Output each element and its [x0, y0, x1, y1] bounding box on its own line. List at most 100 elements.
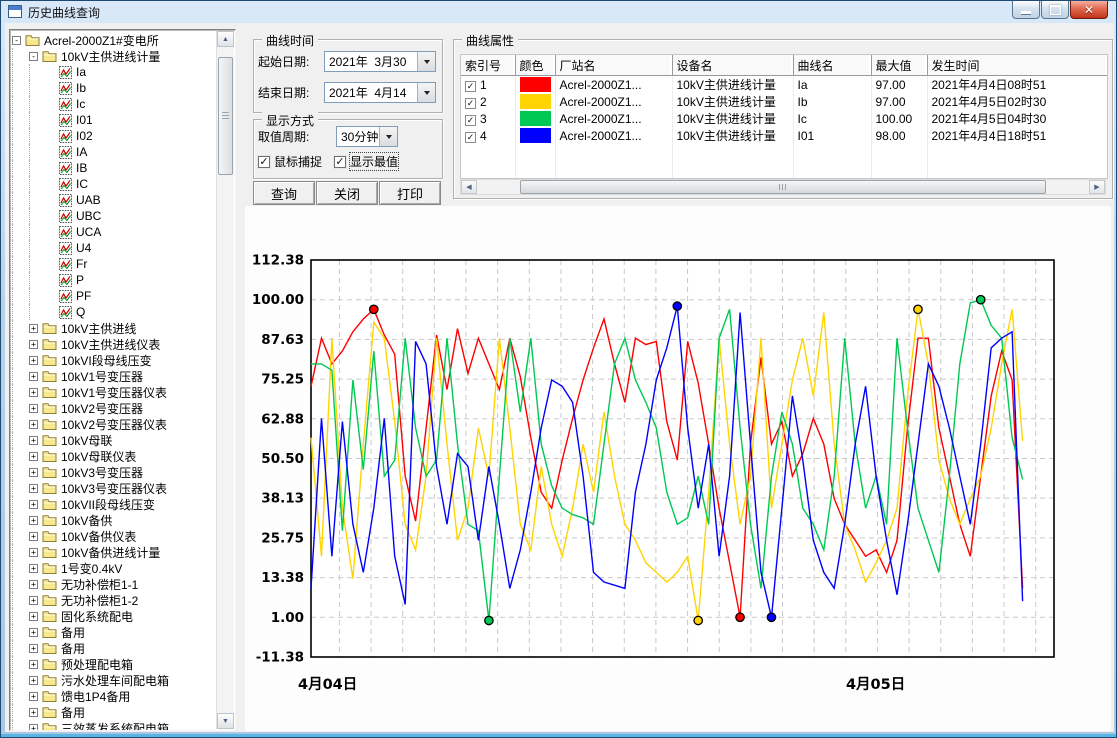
- scroll-thumb[interactable]: [218, 57, 233, 175]
- row-checkbox[interactable]: ✓: [465, 81, 476, 92]
- expander-icon[interactable]: +: [29, 644, 38, 653]
- tree-item-folder[interactable]: +污水处理车间配电箱: [12, 672, 217, 688]
- expander-icon[interactable]: +: [29, 580, 38, 589]
- show-extremes-checkbox[interactable]: ✓: [334, 156, 346, 168]
- tree-item-folder[interactable]: +10kV母联: [12, 432, 217, 448]
- column-header[interactable]: 发生时间: [927, 55, 1107, 76]
- title-bar[interactable]: 历史曲线查询 ✕: [1, 1, 1116, 23]
- tree-item-folder[interactable]: +10kV备供仪表: [12, 528, 217, 544]
- expander-icon[interactable]: +: [29, 516, 38, 525]
- expander-icon[interactable]: +: [29, 420, 38, 429]
- expander-icon[interactable]: +: [29, 628, 38, 637]
- expander-icon[interactable]: +: [29, 692, 38, 701]
- close-query-button[interactable]: 关闭: [316, 181, 378, 205]
- tree-item-folder[interactable]: +10kVII段母线压变: [12, 496, 217, 512]
- scroll-up-button[interactable]: ▲: [217, 31, 234, 47]
- expander-icon[interactable]: +: [29, 708, 38, 717]
- table-row[interactable]: ✓2Acrel-2000Z1...10kV主供进线计量Ib97.002021年4…: [461, 93, 1107, 110]
- tree-item-folder[interactable]: +固化系统配电: [12, 608, 217, 624]
- tree-item-folder[interactable]: +10kV主供进线: [12, 320, 217, 336]
- expander-icon[interactable]: +: [29, 548, 38, 557]
- tree-item-curve[interactable]: Ib: [12, 80, 217, 96]
- expander-icon[interactable]: +: [29, 564, 38, 573]
- expander-icon[interactable]: +: [29, 532, 38, 541]
- close-button[interactable]: ✕: [1070, 1, 1108, 19]
- tree-item-folder[interactable]: +备用: [12, 624, 217, 640]
- end-date-combobox[interactable]: 2021年 4月14: [324, 82, 436, 103]
- scroll-thumb[interactable]: [520, 180, 1046, 194]
- tree-item-curve[interactable]: UCA: [12, 224, 217, 240]
- tree-item-curve[interactable]: I01: [12, 112, 217, 128]
- query-button[interactable]: 查询: [253, 181, 315, 205]
- expander-icon[interactable]: +: [29, 388, 38, 397]
- tree-item-folder[interactable]: +10kV2号变压器: [12, 400, 217, 416]
- column-header[interactable]: 索引号: [461, 55, 515, 76]
- maximize-button[interactable]: [1041, 1, 1069, 19]
- scroll-down-button[interactable]: ▼: [217, 713, 234, 729]
- start-date-combobox[interactable]: 2021年 3月30: [324, 51, 436, 72]
- tree-item-curve[interactable]: Q: [12, 304, 217, 320]
- tree-item-curve[interactable]: P: [12, 272, 217, 288]
- tree-item-folder[interactable]: +10kV2号变压器仪表: [12, 416, 217, 432]
- tree-item-folder[interactable]: +无功补偿柜1-1: [12, 576, 217, 592]
- expander-icon[interactable]: +: [29, 724, 38, 731]
- start-date-dropdown-button[interactable]: [417, 52, 435, 71]
- expander-icon[interactable]: +: [29, 340, 38, 349]
- tree-vertical-scrollbar[interactable]: ▲ ▼: [216, 31, 234, 729]
- tree-item-folder[interactable]: +10kV备供进线计量: [12, 544, 217, 560]
- expander-icon[interactable]: +: [29, 372, 38, 381]
- table-row[interactable]: ✓1Acrel-2000Z1...10kV主供进线计量Ia97.002021年4…: [461, 76, 1107, 94]
- history-curve-chart[interactable]: 112.38100.0087.6375.2562.8850.5038.1325.…: [245, 206, 1111, 731]
- tree-item-folder[interactable]: +10kVI段母线压变: [12, 352, 217, 368]
- mouse-capture-checkbox[interactable]: ✓: [258, 156, 270, 168]
- scroll-left-button[interactable]: ◀: [461, 180, 477, 194]
- tree-item-folder[interactable]: +10kV3号变压器仪表: [12, 480, 217, 496]
- row-checkbox[interactable]: ✓: [465, 98, 476, 109]
- tree-item-curve[interactable]: Ia: [12, 64, 217, 80]
- period-dropdown-button[interactable]: [379, 127, 397, 146]
- tree-item-curve[interactable]: Fr: [12, 256, 217, 272]
- tree-item-curve[interactable]: IC: [12, 176, 217, 192]
- tree-item-curve[interactable]: UAB: [12, 192, 217, 208]
- tree-item-curve[interactable]: IB: [12, 160, 217, 176]
- tree-item-curve[interactable]: PF: [12, 288, 217, 304]
- table-row[interactable]: ✓3Acrel-2000Z1...10kV主供进线计量Ic100.002021年…: [461, 110, 1107, 127]
- tree-item-folder[interactable]: +馈电1P4备用: [12, 688, 217, 704]
- table-row[interactable]: ✓4Acrel-2000Z1...10kV主供进线计量I0198.002021年…: [461, 127, 1107, 144]
- expander-icon[interactable]: +: [29, 468, 38, 477]
- tree-item-folder[interactable]: +预处理配电箱: [12, 656, 217, 672]
- expander-icon[interactable]: +: [29, 356, 38, 365]
- print-button[interactable]: 打印: [379, 181, 441, 205]
- expander-icon[interactable]: -: [29, 52, 38, 61]
- expander-icon[interactable]: +: [29, 452, 38, 461]
- minimize-button[interactable]: [1012, 1, 1040, 19]
- column-header[interactable]: 厂站名: [555, 55, 672, 76]
- tree-item-folder[interactable]: +10kV1号变压器: [12, 368, 217, 384]
- column-header[interactable]: 颜色: [515, 55, 555, 76]
- expander-icon[interactable]: +: [29, 596, 38, 605]
- column-header[interactable]: 曲线名: [793, 55, 871, 76]
- row-checkbox[interactable]: ✓: [465, 132, 476, 143]
- scrollbar-track[interactable]: [477, 180, 1089, 194]
- expander-icon[interactable]: +: [29, 324, 38, 333]
- tree-item-folder[interactable]: +1号变0.4kV: [12, 560, 217, 576]
- expander-icon[interactable]: +: [29, 500, 38, 509]
- tree-item-curve[interactable]: U4: [12, 240, 217, 256]
- end-date-dropdown-button[interactable]: [417, 83, 435, 102]
- tree-item-folder[interactable]: +备用: [12, 704, 217, 720]
- tree-item-folder[interactable]: +10kV3号变压器: [12, 464, 217, 480]
- tree-item-curve[interactable]: Ic: [12, 96, 217, 112]
- column-header[interactable]: 最大值: [871, 55, 927, 76]
- table-horizontal-scrollbar[interactable]: ◀ ▶: [460, 179, 1106, 195]
- tree-item-curve[interactable]: IA: [12, 144, 217, 160]
- tree-item-folder[interactable]: +10kV1号变压器仪表: [12, 384, 217, 400]
- tree-item-folder[interactable]: +10kV母联仪表: [12, 448, 217, 464]
- tree-item-folder[interactable]: +无功补偿柜1-2: [12, 592, 217, 608]
- row-checkbox[interactable]: ✓: [465, 115, 476, 126]
- expander-icon[interactable]: +: [29, 660, 38, 669]
- tree-item-folder[interactable]: +备用: [12, 640, 217, 656]
- column-header[interactable]: 设备名: [672, 55, 793, 76]
- expander-icon[interactable]: +: [29, 436, 38, 445]
- expander-icon[interactable]: -: [12, 36, 21, 45]
- period-combobox[interactable]: 30分钟: [336, 126, 398, 147]
